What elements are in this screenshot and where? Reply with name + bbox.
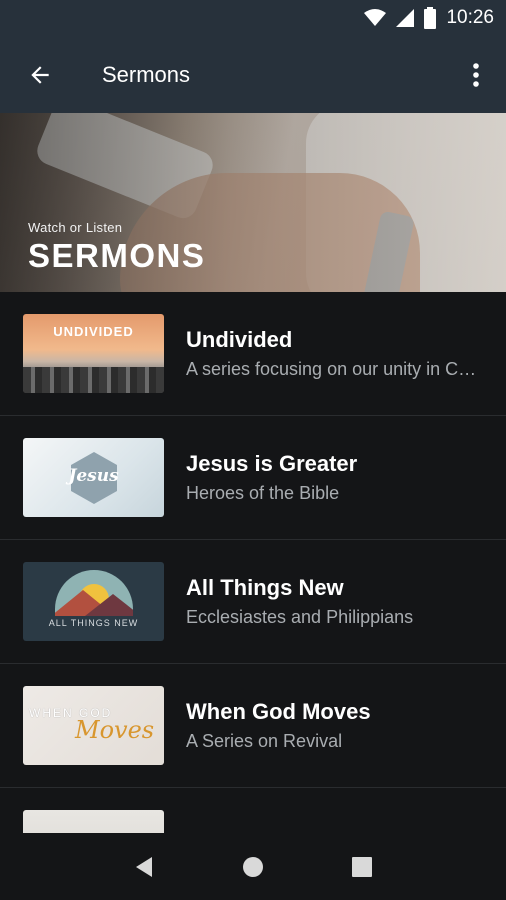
sermon-title: Undivided — [186, 327, 293, 352]
system-nav-bar — [0, 833, 506, 900]
page-title: Sermons — [102, 61, 191, 87]
more-vertical-icon — [473, 62, 479, 87]
wifi-icon — [364, 9, 387, 26]
thumbnail-arch — [55, 570, 133, 616]
sermon-subtitle: A Series on Revival — [186, 731, 343, 751]
back-button[interactable] — [0, 36, 80, 113]
sermon-item-jesus-is-greater[interactable]: Jesus Jesus is Greater Heroes of the Bib… — [0, 416, 506, 540]
sermon-subtitle: Heroes of the Bible — [186, 483, 340, 503]
app-bar: Sermons — [0, 36, 506, 113]
hero-title: SERMONS — [28, 237, 206, 274]
nav-home-button[interactable] — [223, 837, 283, 897]
sermon-thumbnail: ALL THINGS NEW — [23, 562, 164, 641]
more-options-button[interactable] — [446, 36, 506, 113]
triangle-back-icon — [136, 856, 153, 877]
sermon-list: UNDIVIDED Undivided A series focusing on… — [0, 292, 506, 833]
square-recents-icon — [351, 856, 372, 877]
sermon-title: Jesus is Greater — [186, 451, 358, 476]
sermon-subtitle: Ecclesiastes and Philippians — [186, 607, 414, 627]
circle-home-icon — [242, 856, 263, 877]
battery-icon — [424, 7, 437, 29]
sermon-item-all-things-new[interactable]: ALL THINGS NEW All Things New Ecclesiast… — [0, 540, 506, 664]
sermon-thumbnail — [23, 810, 164, 833]
hero-banner: Watch or Listen SERMONS — [0, 113, 506, 292]
status-time: 10:26 — [446, 7, 494, 28]
arrow-left-icon — [31, 65, 49, 84]
sermon-item-undivided[interactable]: UNDIVIDED Undivided A series focusing on… — [0, 292, 506, 416]
sermon-thumbnail: Jesus — [23, 438, 164, 517]
sermon-title: All Things New — [186, 575, 344, 600]
thumbnail-script-label: Moves — [75, 716, 155, 744]
nav-recents-button[interactable] — [332, 837, 392, 897]
hero-subtitle: Watch or Listen — [28, 220, 123, 235]
sermon-subtitle: A series focusing on our unity in Christ — [186, 359, 486, 379]
thumbnail-label: Jesus — [68, 466, 119, 486]
thumbnail-label: ALL THINGS NEW — [48, 618, 139, 628]
thumbnail-skyline — [23, 367, 164, 393]
sermon-item-when-god-moves[interactable]: WHEN GOD Moves When God Moves A Series o… — [0, 664, 506, 788]
sermon-thumbnail: UNDIVIDED — [23, 314, 164, 393]
sermon-thumbnail: WHEN GOD Moves — [23, 686, 164, 765]
thumbnail-mountain — [85, 594, 133, 616]
sermon-title: When God Moves — [186, 699, 371, 724]
cell-signal-icon — [396, 9, 415, 27]
nav-back-button[interactable] — [114, 837, 174, 897]
thumbnail-label: UNDIVIDED — [53, 324, 134, 339]
status-bar: 10:26 — [0, 0, 506, 36]
sermon-item-partial[interactable] — [0, 788, 506, 833]
